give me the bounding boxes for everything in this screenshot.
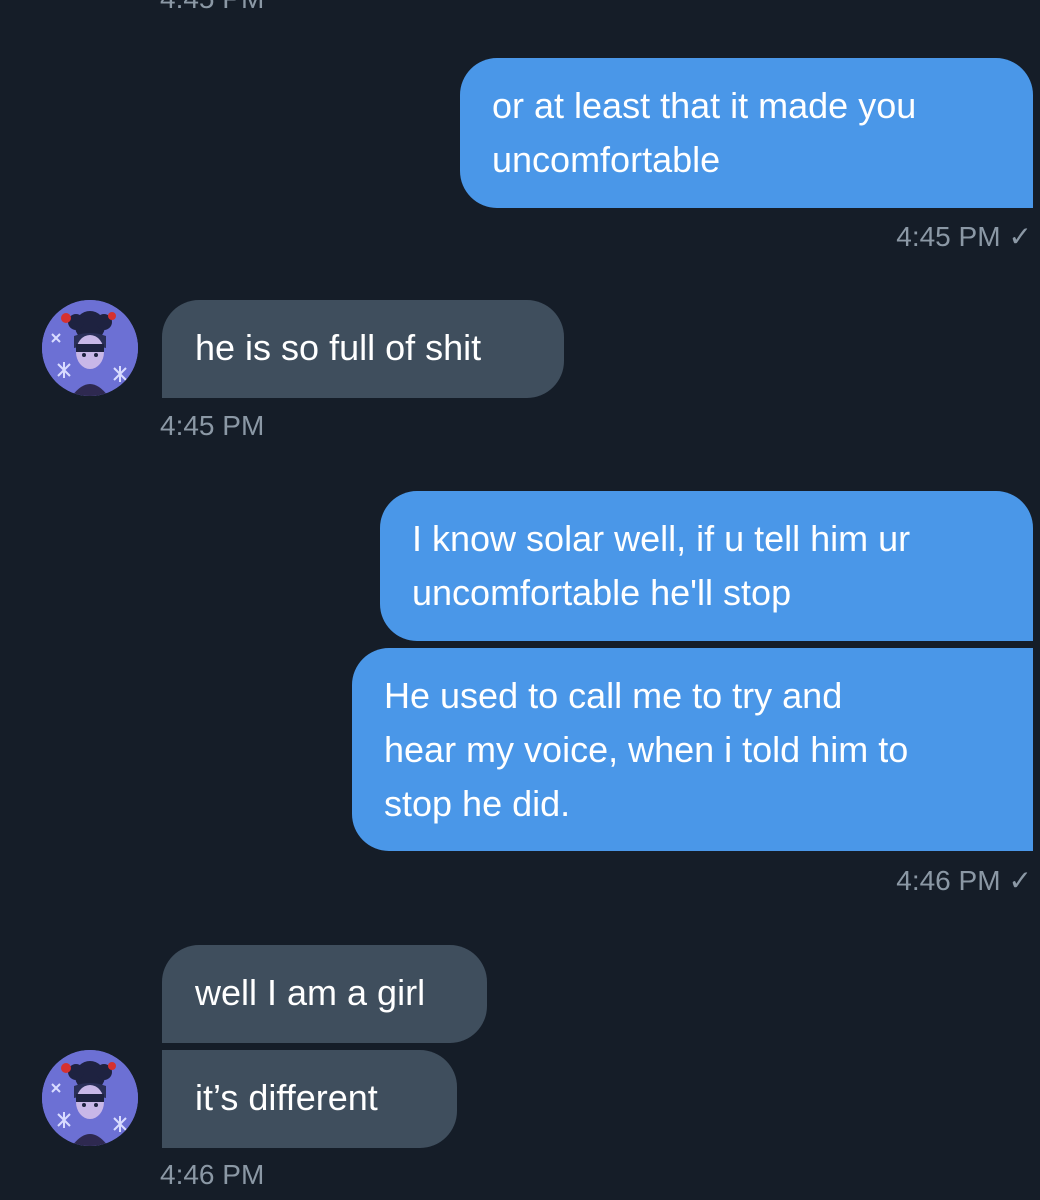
message-text-line: hear my voice, when i told him to	[384, 729, 909, 770]
message-timestamp: 4:45 PM ✓	[896, 220, 1032, 253]
message-text-line: He used to call me to try and	[384, 675, 843, 716]
message-text-line: well I am a girl	[195, 972, 426, 1013]
sent-message-bubble[interactable]: or at least that it made you uncomfortab…	[460, 58, 1033, 208]
timestamp-text: 4:45 PM	[160, 410, 265, 441]
timestamp-partial: 4:45 PM	[160, 0, 264, 15]
avatar-icon	[42, 300, 138, 396]
message-text-line: uncomfortable	[492, 139, 721, 180]
message-text-line: he is so full of shit	[195, 327, 482, 368]
timestamp-text: 4:46 PM	[896, 865, 1001, 896]
message-timestamp: 4:46 PM	[160, 1159, 264, 1191]
message-text-line: uncomfortable he'll stop	[412, 572, 792, 613]
received-message-bubble[interactable]: well I am a girl	[162, 945, 487, 1043]
read-check-icon: ✓	[1008, 865, 1032, 896]
received-message-bubble[interactable]: he is so full of shit	[162, 300, 564, 398]
avatar[interactable]	[42, 300, 138, 396]
avatar[interactable]	[42, 1050, 138, 1146]
timestamp-text: 4:46 PM	[160, 1159, 265, 1190]
message-text-line: or at least that it made you	[492, 85, 917, 126]
message-text-line: I know solar well, if u tell him ur	[412, 518, 911, 559]
avatar-icon	[42, 1050, 138, 1146]
received-message-bubble[interactable]: it’s different	[162, 1050, 457, 1148]
sent-message-bubble[interactable]: He used to call me to try and hear my vo…	[352, 648, 1033, 851]
sent-message-bubble[interactable]: I know solar well, if u tell him ur unco…	[380, 491, 1033, 641]
message-text-line: it’s different	[195, 1077, 378, 1118]
message-timestamp: 4:45 PM	[160, 410, 264, 442]
read-check-icon: ✓	[1008, 221, 1032, 252]
message-timestamp: 4:46 PM ✓	[896, 864, 1032, 897]
timestamp-text: 4:45 PM	[896, 221, 1001, 252]
message-text-line: stop he did.	[384, 783, 571, 824]
